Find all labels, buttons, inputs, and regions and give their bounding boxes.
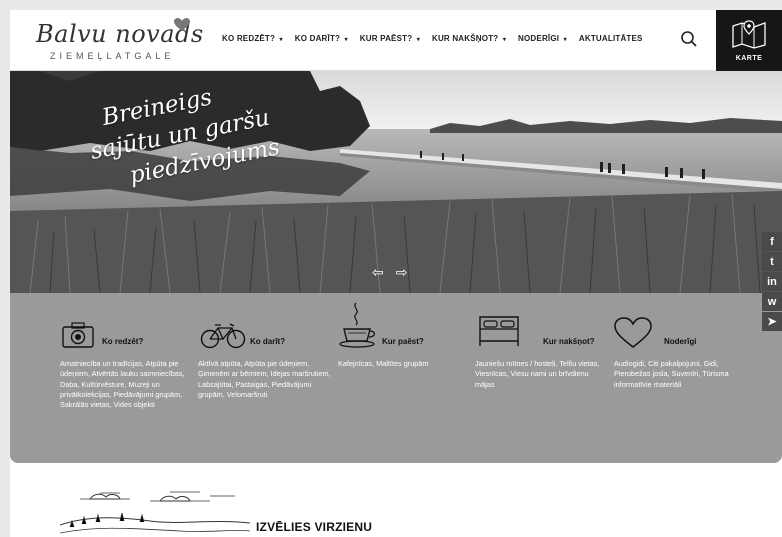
chevron-down-icon: ▾ [416, 37, 420, 43]
map-icon [732, 20, 766, 49]
category-kur-naksnot[interactable]: Kur nakšņot? Jauniešu mītnes / hosteļi, … [475, 293, 610, 390]
nav-item-kur-paest[interactable]: KUR PAĒST? ▾ [360, 34, 420, 43]
category-noderigi[interactable]: Noderīgi Audiogidi, Citi pakalpojumi, Gi… [614, 293, 749, 390]
telegram-icon[interactable]: ➤ [762, 312, 782, 331]
site-header: Balvu novads ZIEMEĻLATGALE KO REDZĒT? ▾ … [10, 10, 782, 71]
chevron-down-icon: ▾ [344, 37, 348, 43]
category-title: Kur paēst? [382, 337, 424, 346]
category-title: Ko darīt? [250, 337, 286, 346]
category-title: Noderīgi [664, 337, 697, 346]
category-description: Audiogidi, Citi pakalpojumi, Gidi, Piero… [614, 359, 729, 389]
logo-subtitle: ZIEMEĻLATGALE [50, 51, 175, 61]
nav-item-aktualitates[interactable]: AKTUALITĀTES [579, 34, 643, 43]
map-button[interactable]: KARTE [716, 10, 782, 71]
twitter-icon[interactable]: t [762, 252, 782, 271]
main-nav: KO REDZĒT? ▾ KO DARĪT? ▾ KUR PAĒST? ▾ KU… [222, 34, 655, 43]
category-header: Ko redzēt? [60, 293, 195, 355]
category-panel: Ko redzēt? Amatniecība un tradīcijas, At… [10, 293, 782, 463]
whatsapp-icon[interactable]: w [762, 292, 782, 311]
nav-label: KUR PAĒST? [359, 34, 413, 43]
category-title: Ko redzēt? [102, 337, 144, 346]
category-kur-paest[interactable]: Kur paēst? Kafejnīcas, Maltītes grupām [338, 293, 473, 369]
section-title: IZVĒLIES VIRZIENU [256, 520, 373, 534]
category-header: Noderīgi [614, 293, 749, 355]
camera-icon [62, 322, 94, 348]
chevron-down-icon: ▾ [563, 37, 567, 43]
category-ko-darit[interactable]: Ko darīt? Aktīvā atpūta, Atpūta pie ūdeņ… [198, 293, 333, 400]
category-header: Kur nakšņot? [475, 293, 610, 355]
category-header: Kur paēst? [338, 293, 473, 355]
nav-item-noderigi[interactable]: NODERĪGI ▾ [518, 34, 567, 43]
social-share-bar: f t in w ➤ [762, 232, 782, 331]
search-icon[interactable] [680, 30, 698, 48]
category-header: Ko darīt? [198, 293, 333, 355]
direction-section: IZVĒLIES VIRZIENU [10, 463, 782, 537]
nav-item-ko-redzet[interactable]: KO REDZĒT? ▾ [222, 34, 283, 43]
chevron-down-icon: ▾ [279, 37, 283, 43]
nav-label: KUR NAKŠŅOT? [431, 34, 499, 43]
nav-label: AKTUALITĀTES [578, 34, 643, 43]
heart-outline-icon [614, 317, 652, 348]
category-description: Kafejnīcas, Maltītes grupām [338, 359, 429, 368]
bed-icon [479, 316, 519, 346]
linkedin-icon[interactable]: in [762, 272, 782, 291]
category-description: Aktīvā atpūta, Atpūta pie ūdeņiem, Ģimen… [198, 359, 331, 399]
bicycle-icon [200, 323, 246, 349]
nav-label: NODERĪGI [518, 34, 560, 43]
category-description: Amatniecība un tradīcijas, Atpūta pie ūd… [60, 359, 185, 410]
nav-item-kur-naksnot[interactable]: KUR NAKŠŅOT? ▾ [432, 34, 506, 43]
nav-label: KO REDZĒT? [222, 34, 276, 43]
map-button-label: KARTE [735, 55, 763, 62]
arrow-right-icon[interactable]: ⇨ [396, 264, 408, 281]
landscape-sketch-illustration [60, 491, 250, 534]
category-description: Jauniešu mītnes / hosteļi, Telšu vietas,… [475, 359, 600, 389]
category-title: Kur nakšņot? [543, 337, 595, 346]
hero-slider: Breineigs sajūtu un garšu piedzīvojums ⇦… [10, 71, 782, 293]
slider-controls: ⇦ ⇨ [372, 264, 407, 281]
coffee-cup-icon [339, 302, 376, 348]
heart-icon [174, 18, 190, 31]
category-ko-redzet[interactable]: Ko redzēt? Amatniecība un tradīcijas, At… [60, 293, 195, 410]
chevron-down-icon: ▾ [502, 37, 507, 43]
arrow-left-icon[interactable]: ⇦ [372, 264, 384, 281]
facebook-icon[interactable]: f [762, 232, 782, 251]
page: Balvu novads ZIEMEĻLATGALE KO REDZĒT? ▾ … [10, 10, 782, 537]
site-logo[interactable]: Balvu novads ZIEMEĻLATGALE [36, 18, 203, 66]
nav-item-ko-darit[interactable]: KO DARĪT? ▾ [295, 34, 348, 43]
nav-label: KO DARĪT? [294, 34, 341, 43]
